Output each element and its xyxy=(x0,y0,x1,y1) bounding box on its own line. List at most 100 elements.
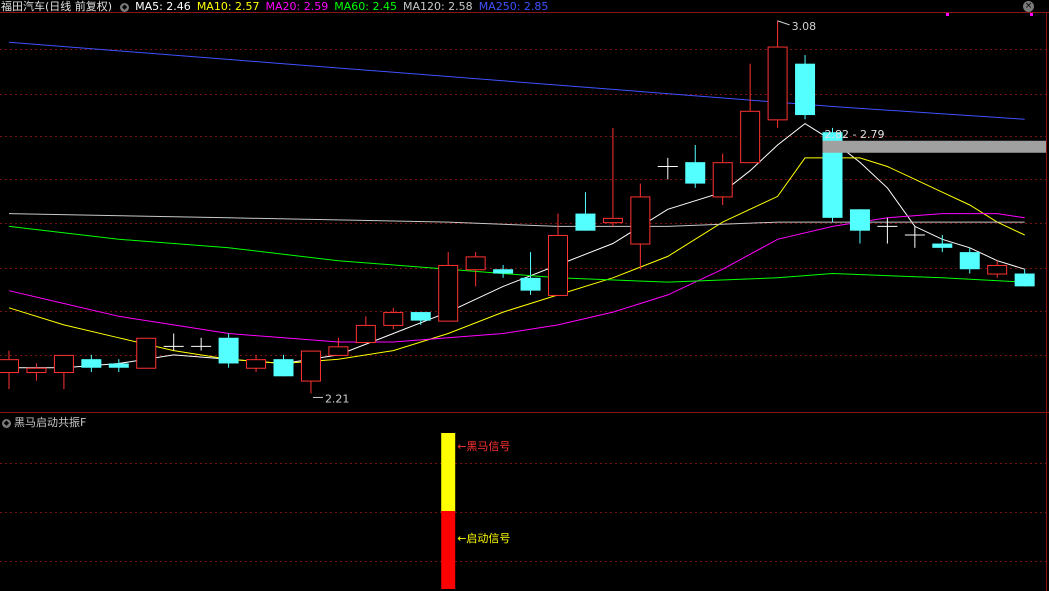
signal-label-bottom: ←启动信号 xyxy=(457,532,510,545)
candle xyxy=(630,183,651,270)
candle xyxy=(163,333,184,351)
candle-body xyxy=(273,359,294,377)
candle-body xyxy=(438,264,459,322)
candle xyxy=(795,55,816,120)
stock-chart-window: 3.08 2.21 2.82 - 2.79 ←黑马信号 ←启动信号 福田汽车(日线 前… xyxy=(0,0,1049,591)
marker-dot xyxy=(1030,13,1033,16)
candle xyxy=(740,63,761,164)
candle-body xyxy=(465,256,486,271)
candle-body xyxy=(300,350,321,382)
candle xyxy=(0,350,19,390)
candle-body xyxy=(246,359,267,369)
candle-body xyxy=(355,324,376,344)
moving-average-lines xyxy=(8,41,1025,369)
candle xyxy=(932,234,953,253)
ma-value-2: MA20: 2.59 xyxy=(265,0,329,13)
ma-line-ma20 xyxy=(8,213,1025,343)
stock-title: 福田汽车(日线 前复权) xyxy=(1,0,113,13)
candle xyxy=(575,192,596,231)
candle-body xyxy=(575,213,596,231)
high-label: 3.08 xyxy=(792,20,817,33)
candle-body xyxy=(136,337,157,369)
candle xyxy=(136,337,157,369)
candle xyxy=(300,350,321,394)
ma-value-0: MA5: 2.46 xyxy=(135,0,191,13)
candle xyxy=(273,354,294,377)
marker-dot xyxy=(946,13,949,16)
candle xyxy=(191,337,212,351)
candle xyxy=(767,20,788,128)
candle xyxy=(108,359,129,373)
candle-body xyxy=(81,359,102,368)
candle-body xyxy=(712,162,733,198)
candle-body xyxy=(740,110,761,164)
candle-body xyxy=(1014,273,1035,287)
candle-body xyxy=(932,243,953,248)
candle xyxy=(493,264,514,278)
ma-value-5: MA250: 2.85 xyxy=(478,0,549,13)
indicator-settings-icon[interactable]: ◆ xyxy=(2,418,11,428)
candle xyxy=(53,354,74,390)
candle xyxy=(355,316,376,344)
range-label: 2.82 - 2.79 xyxy=(825,128,885,141)
candle-body xyxy=(26,367,47,374)
ma-value-list: MA5: 2.46 MA10: 2.57 MA20: 2.59 MA60: 2.45 M… xyxy=(135,0,554,14)
candle xyxy=(712,153,733,205)
candle xyxy=(383,307,404,330)
candle xyxy=(328,337,349,356)
ma-value-3: MA60: 2.45 xyxy=(334,0,397,13)
candle xyxy=(410,312,431,325)
candle xyxy=(959,247,980,274)
candle xyxy=(465,252,486,287)
ma-value-1: MA10: 2.57 xyxy=(196,0,260,13)
candle-body xyxy=(685,162,706,184)
candle xyxy=(26,363,47,381)
candle xyxy=(1014,269,1035,287)
candle-body xyxy=(108,363,129,368)
candle-body xyxy=(0,359,19,374)
price-annotations: 3.08 2.21 2.82 - 2.79 xyxy=(312,13,1046,405)
ma-line-ma250 xyxy=(8,41,1025,120)
ma-value-4: MA120: 2.58 xyxy=(402,0,473,13)
candle xyxy=(602,127,623,227)
signal-label-top: ←黑马信号 xyxy=(457,440,510,453)
candle-body xyxy=(410,312,431,321)
low-label: 2.21 xyxy=(325,392,350,405)
candle xyxy=(246,354,267,373)
candle-body xyxy=(383,312,404,326)
ma-settings-icon[interactable]: ◆ xyxy=(120,2,130,12)
ma-line-ma10 xyxy=(8,157,1025,365)
candle-body xyxy=(959,252,980,270)
signal-segment xyxy=(441,433,456,511)
candle-body xyxy=(328,346,349,356)
chart-canvas: 3.08 2.21 2.82 - 2.79 ←黑马信号 ←启动信号 xyxy=(0,12,1049,591)
candle-body xyxy=(520,277,541,291)
candle-body xyxy=(53,354,74,374)
candle xyxy=(685,145,706,188)
candle-body xyxy=(218,337,239,364)
chart-header: 福田汽车(日线 前复权) ◆ MA5: 2.46 MA10: 2.57 MA20: … xyxy=(0,0,554,14)
signal-segment xyxy=(441,511,456,589)
candle-body xyxy=(602,217,623,224)
candle-body xyxy=(493,269,514,274)
candle xyxy=(218,333,239,368)
candle xyxy=(849,209,870,244)
candle-body xyxy=(548,234,568,296)
ma-line-ma60 xyxy=(8,225,1025,283)
candle xyxy=(520,252,541,295)
range-box xyxy=(822,140,1046,153)
indicator-name: 黑马启动共振F xyxy=(14,416,87,429)
candle-body xyxy=(849,209,870,231)
candle xyxy=(657,157,678,180)
candlestick-series xyxy=(0,20,1035,394)
candle xyxy=(81,354,102,373)
candle-body xyxy=(795,63,816,116)
candle-body xyxy=(767,46,788,121)
indicator-header: ◆ 黑马启动共振F xyxy=(0,415,86,431)
candle-body xyxy=(630,196,651,245)
candle xyxy=(438,252,459,322)
candle-body xyxy=(987,264,1008,275)
grid-lines xyxy=(0,12,1049,591)
signal-bars: ←黑马信号 ←启动信号 xyxy=(441,433,510,589)
close-icon[interactable]: × xyxy=(1023,1,1034,12)
